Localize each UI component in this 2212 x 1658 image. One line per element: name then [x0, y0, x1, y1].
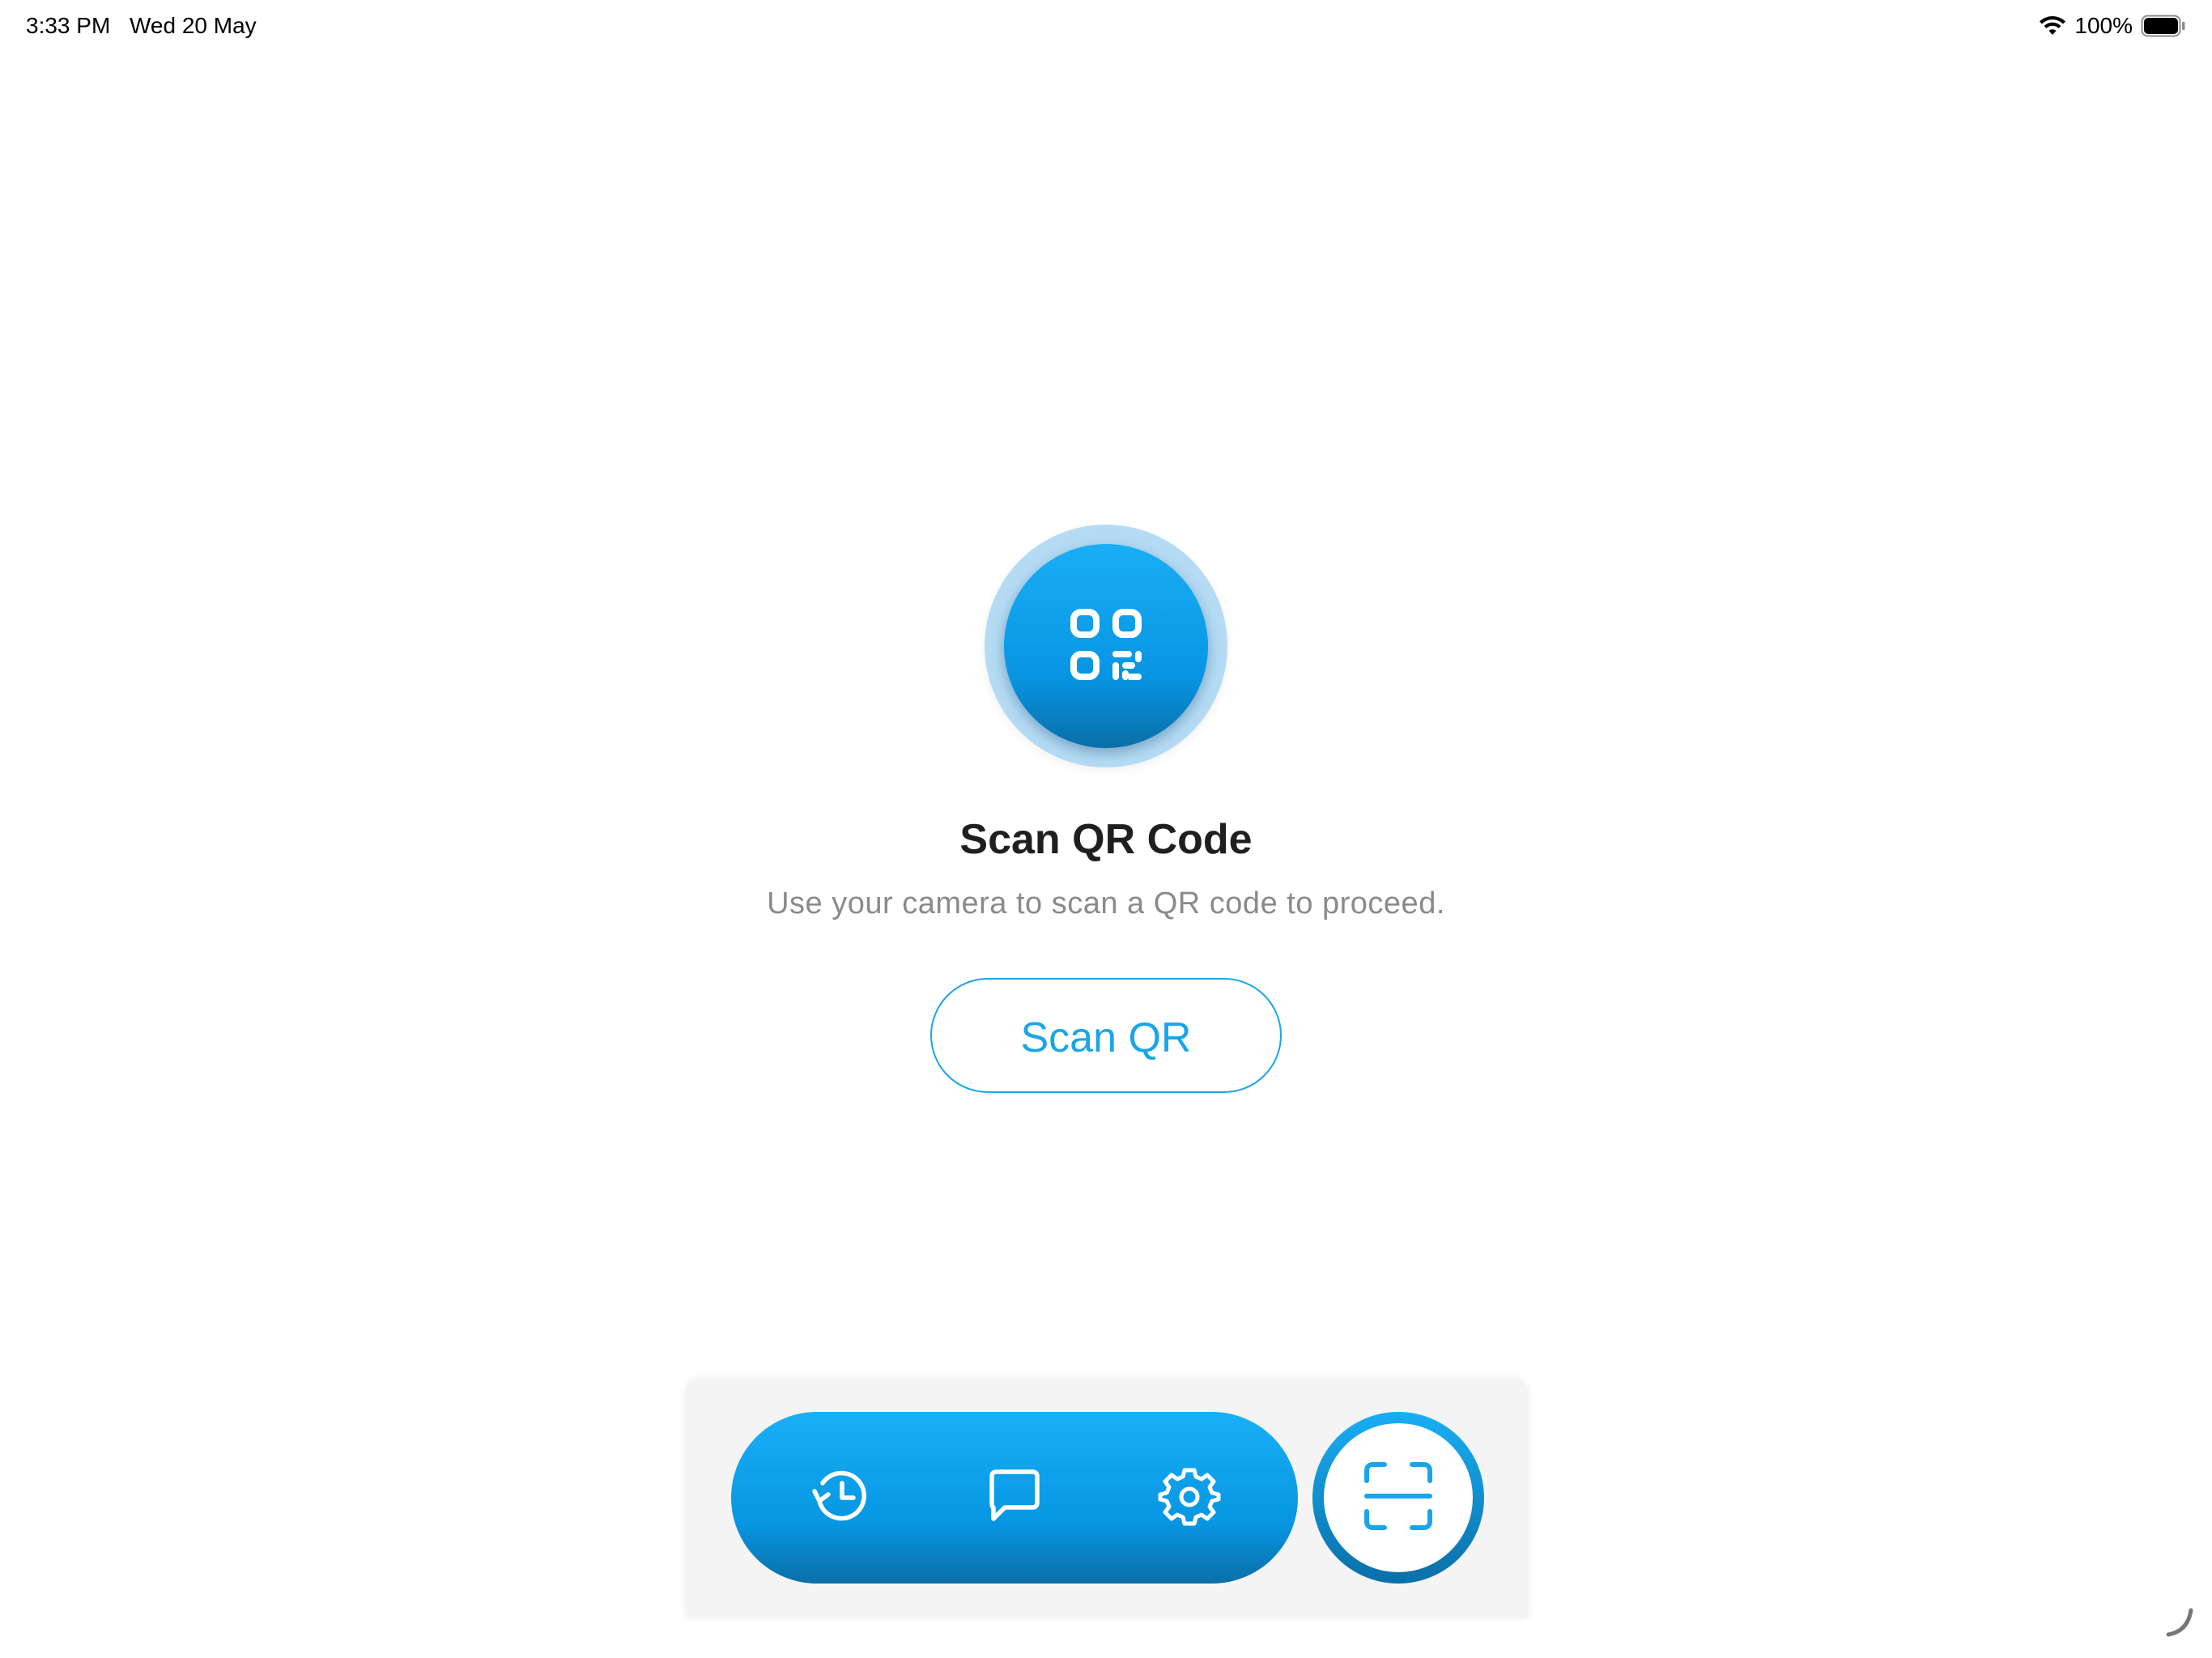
- nav-history-button[interactable]: [800, 1457, 881, 1538]
- status-bar: 3:33 PM Wed 20 May 100%: [0, 0, 2212, 52]
- resize-handle-icon[interactable]: [2163, 1605, 2196, 1642]
- page-title: Scan QR Code: [959, 816, 1253, 863]
- bottom-nav-bar: [731, 1412, 1298, 1584]
- wifi-icon: [2039, 15, 2066, 36]
- page-subtitle: Use your camera to scan a QR code to pro…: [767, 886, 1445, 920]
- scan-qr-screen: 3:33 PM Wed 20 May 100% Scan QR Code Use…: [0, 0, 2212, 1658]
- chat-bubble-icon: [984, 1465, 1045, 1531]
- scan-fab-button[interactable]: [1312, 1412, 1484, 1584]
- nav-settings-button[interactable]: [1149, 1457, 1230, 1538]
- gear-icon: [1157, 1464, 1222, 1533]
- battery-icon: [2141, 15, 2186, 37]
- nav-chat-button[interactable]: [974, 1457, 1055, 1538]
- scan-frame-icon: [1362, 1460, 1435, 1537]
- history-icon: [808, 1464, 873, 1533]
- qr-code-icon: [1067, 606, 1145, 687]
- scan-fab-inner: [1324, 1423, 1473, 1572]
- hero-icon-circle: [1004, 544, 1208, 748]
- hero-icon-halo: [985, 525, 1227, 767]
- scan-qr-button[interactable]: Scan QR: [930, 978, 1282, 1093]
- status-date: Wed 20 May: [130, 13, 257, 38]
- bottom-nav-panel: [686, 1378, 1528, 1618]
- status-time: 3:33 PM: [26, 13, 111, 38]
- status-indicators: 100%: [2039, 11, 2186, 40]
- battery-percent: 100%: [2074, 13, 2133, 38]
